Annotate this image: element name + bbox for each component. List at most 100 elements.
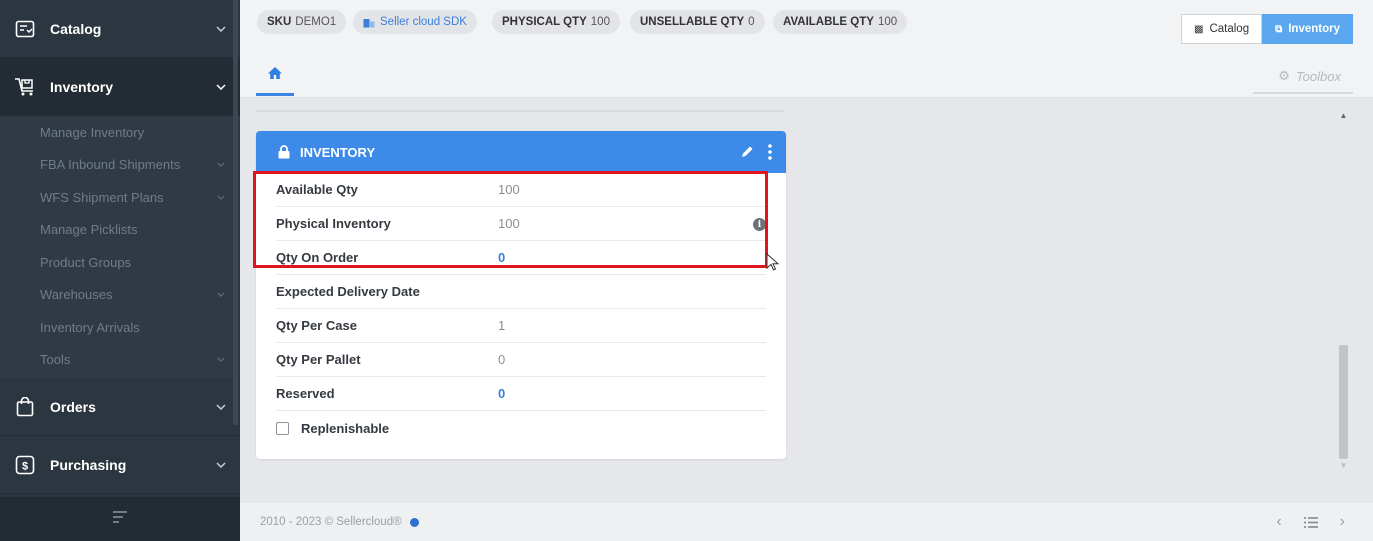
sidebar-item-label: Tools (40, 352, 71, 368)
sidebar-item-label: Manage Inventory (40, 124, 145, 140)
sidebar-item-fba-inbound-shipments[interactable]: FBA Inbound Shipments (0, 149, 240, 182)
sidebar-item-label: Manage Picklists (40, 222, 138, 238)
list-view-icon[interactable] (1303, 516, 1318, 528)
chevron-left-icon[interactable]: ‹ (1276, 513, 1281, 531)
inventory-button[interactable]: ⧉ Inventory (1262, 14, 1353, 44)
available-qty-label: AVAILABLE QTY (783, 16, 874, 28)
field-row-expected-delivery-date: Expected Delivery Date (276, 275, 766, 309)
chevron-down-icon (214, 400, 228, 414)
chevron-down-icon (214, 190, 228, 204)
sku-value: DEMO1 (295, 16, 337, 28)
physical-qty-label: PHYSICAL QTY (502, 16, 587, 28)
sidebar-item-inventory-arrivals[interactable]: Inventory Arrivals (0, 311, 240, 344)
footer-nav: ‹ › (1276, 513, 1345, 531)
checkbox-label: Replenishable (301, 420, 390, 436)
inventory-cart-icon: ⧉ (1275, 23, 1283, 35)
shopping-bag-icon (14, 396, 36, 418)
sidebar-item-label: WFS Shipment Plans (40, 189, 164, 205)
sidebar: Catalog Inventory Manage Inventory FBA I… (0, 0, 240, 541)
sidebar-section-catalog[interactable]: Catalog (0, 0, 240, 58)
sku-label: SKU (267, 16, 292, 28)
inventory-card-title: INVENTORY (300, 144, 376, 160)
menu-collapse-icon (112, 510, 128, 528)
company-chip[interactable]: Seller cloud SDK (353, 10, 477, 34)
dollar-icon: $ (14, 454, 36, 476)
building-icon (363, 17, 375, 28)
lock-icon (278, 145, 290, 159)
field-row-qty-per-pallet: Qty Per Pallet 0 (276, 343, 766, 377)
chevron-right-icon[interactable]: › (1340, 513, 1345, 531)
available-qty-value: 100 (877, 16, 898, 28)
field-value: 1 (498, 318, 506, 333)
chevron-down-icon (214, 353, 228, 367)
edit-pencil-icon[interactable] (740, 145, 754, 159)
mouse-cursor-icon (766, 252, 780, 276)
sidebar-item-warehouses[interactable]: Warehouses (0, 279, 240, 312)
inventory-button-label: Inventory (1288, 23, 1340, 35)
inventory-card-header: INVENTORY (256, 131, 786, 173)
sidebar-collapse-button[interactable] (0, 497, 240, 541)
field-label: Expected Delivery Date (276, 284, 420, 299)
copyright-text: 2010 - 2023 © Sellercloud® (260, 516, 402, 528)
toolbox-icon: ⚙ (1278, 68, 1290, 83)
catalog-button[interactable]: ▩ Catalog (1181, 14, 1263, 44)
sidebar-section-label: Inventory (50, 78, 114, 95)
more-options-icon[interactable] (768, 144, 772, 160)
sidebar-section-purchasing[interactable]: $ Purchasing (0, 436, 240, 494)
unsellable-qty-chip: UNSELLABLE QTY 0 (630, 10, 765, 34)
company-label: Seller cloud SDK (380, 16, 467, 28)
field-value: 0 (498, 352, 506, 367)
inventory-cart-icon (14, 76, 36, 98)
svg-text:$: $ (22, 460, 28, 472)
chevron-down-icon (214, 158, 228, 172)
topbar: SKU DEMO1 Seller cloud SDK PHYSICAL QTY … (240, 0, 1373, 48)
tab-home[interactable] (256, 58, 294, 96)
sidebar-item-label: Product Groups (40, 254, 132, 270)
sku-chip: SKU DEMO1 (257, 10, 347, 34)
view-switch: ▩ Catalog ⧉ Inventory (1181, 14, 1353, 44)
field-label: Qty Per Case (276, 318, 357, 333)
sidebar-section-inventory[interactable]: Inventory (0, 58, 240, 116)
sidebar-item-manage-picklists[interactable]: Manage Picklists (0, 214, 240, 247)
sidebar-item-label: Warehouses (40, 287, 113, 303)
sidebar-item-tools[interactable]: Tools (0, 344, 240, 377)
sidebar-item-wfs-shipment-plans[interactable]: WFS Shipment Plans (0, 181, 240, 214)
footer: 2010 - 2023 © Sellercloud® ‹ › (240, 503, 1373, 541)
content-scrollbar[interactable]: ▲ ▼ (1336, 108, 1351, 472)
scroll-up-icon[interactable]: ▲ (1336, 108, 1351, 122)
sidebar-section-label: Orders (50, 398, 96, 415)
catalog-button-label: Catalog (1209, 23, 1250, 35)
physical-qty-value: 100 (590, 16, 610, 28)
field-label: Qty Per Pallet (276, 352, 361, 367)
replenishable-checkbox[interactable] (276, 421, 289, 435)
sidebar-section-label: Purchasing (50, 456, 127, 473)
inventory-submenu: Manage Inventory FBA Inbound Shipments W… (0, 116, 240, 378)
toolbox-label: Toolbox (1295, 68, 1341, 84)
chevron-down-icon (214, 80, 228, 94)
physical-qty-chip: PHYSICAL QTY 100 (492, 10, 620, 34)
reserved-link[interactable]: 0 (498, 386, 505, 401)
field-row-replenishable: Replenishable (276, 411, 766, 445)
unsellable-qty-value: 0 (748, 16, 755, 28)
chevron-down-icon (214, 22, 228, 36)
field-row-reserved: Reserved 0 (276, 377, 766, 411)
sidebar-item-label: Inventory Arrivals (40, 319, 140, 335)
annotation-highlight-box (253, 171, 768, 268)
chevron-down-icon (214, 288, 228, 302)
sidebar-section-label: Catalog (50, 20, 102, 37)
scroll-thumb[interactable] (1339, 345, 1348, 459)
unsellable-qty-label: UNSELLABLE QTY (640, 16, 745, 28)
field-label: Reserved (276, 386, 335, 401)
toolbox-toggle[interactable]: ⚙ Toolbox (1278, 68, 1341, 84)
chevron-down-icon (214, 458, 228, 472)
section-divider (256, 110, 784, 112)
sidebar-item-product-groups[interactable]: Product Groups (0, 246, 240, 279)
tab-row: ⚙ Toolbox (240, 48, 1373, 98)
sidebar-item-manage-inventory[interactable]: Manage Inventory (0, 116, 240, 149)
available-qty-chip: AVAILABLE QTY 100 (773, 10, 908, 34)
scroll-down-icon[interactable]: ▼ (1336, 458, 1351, 472)
info-dot-icon[interactable] (409, 517, 419, 527)
sidebar-scrollbar[interactable] (233, 0, 238, 425)
toolbox-underline (1253, 92, 1353, 94)
sidebar-section-orders[interactable]: Orders (0, 378, 240, 436)
